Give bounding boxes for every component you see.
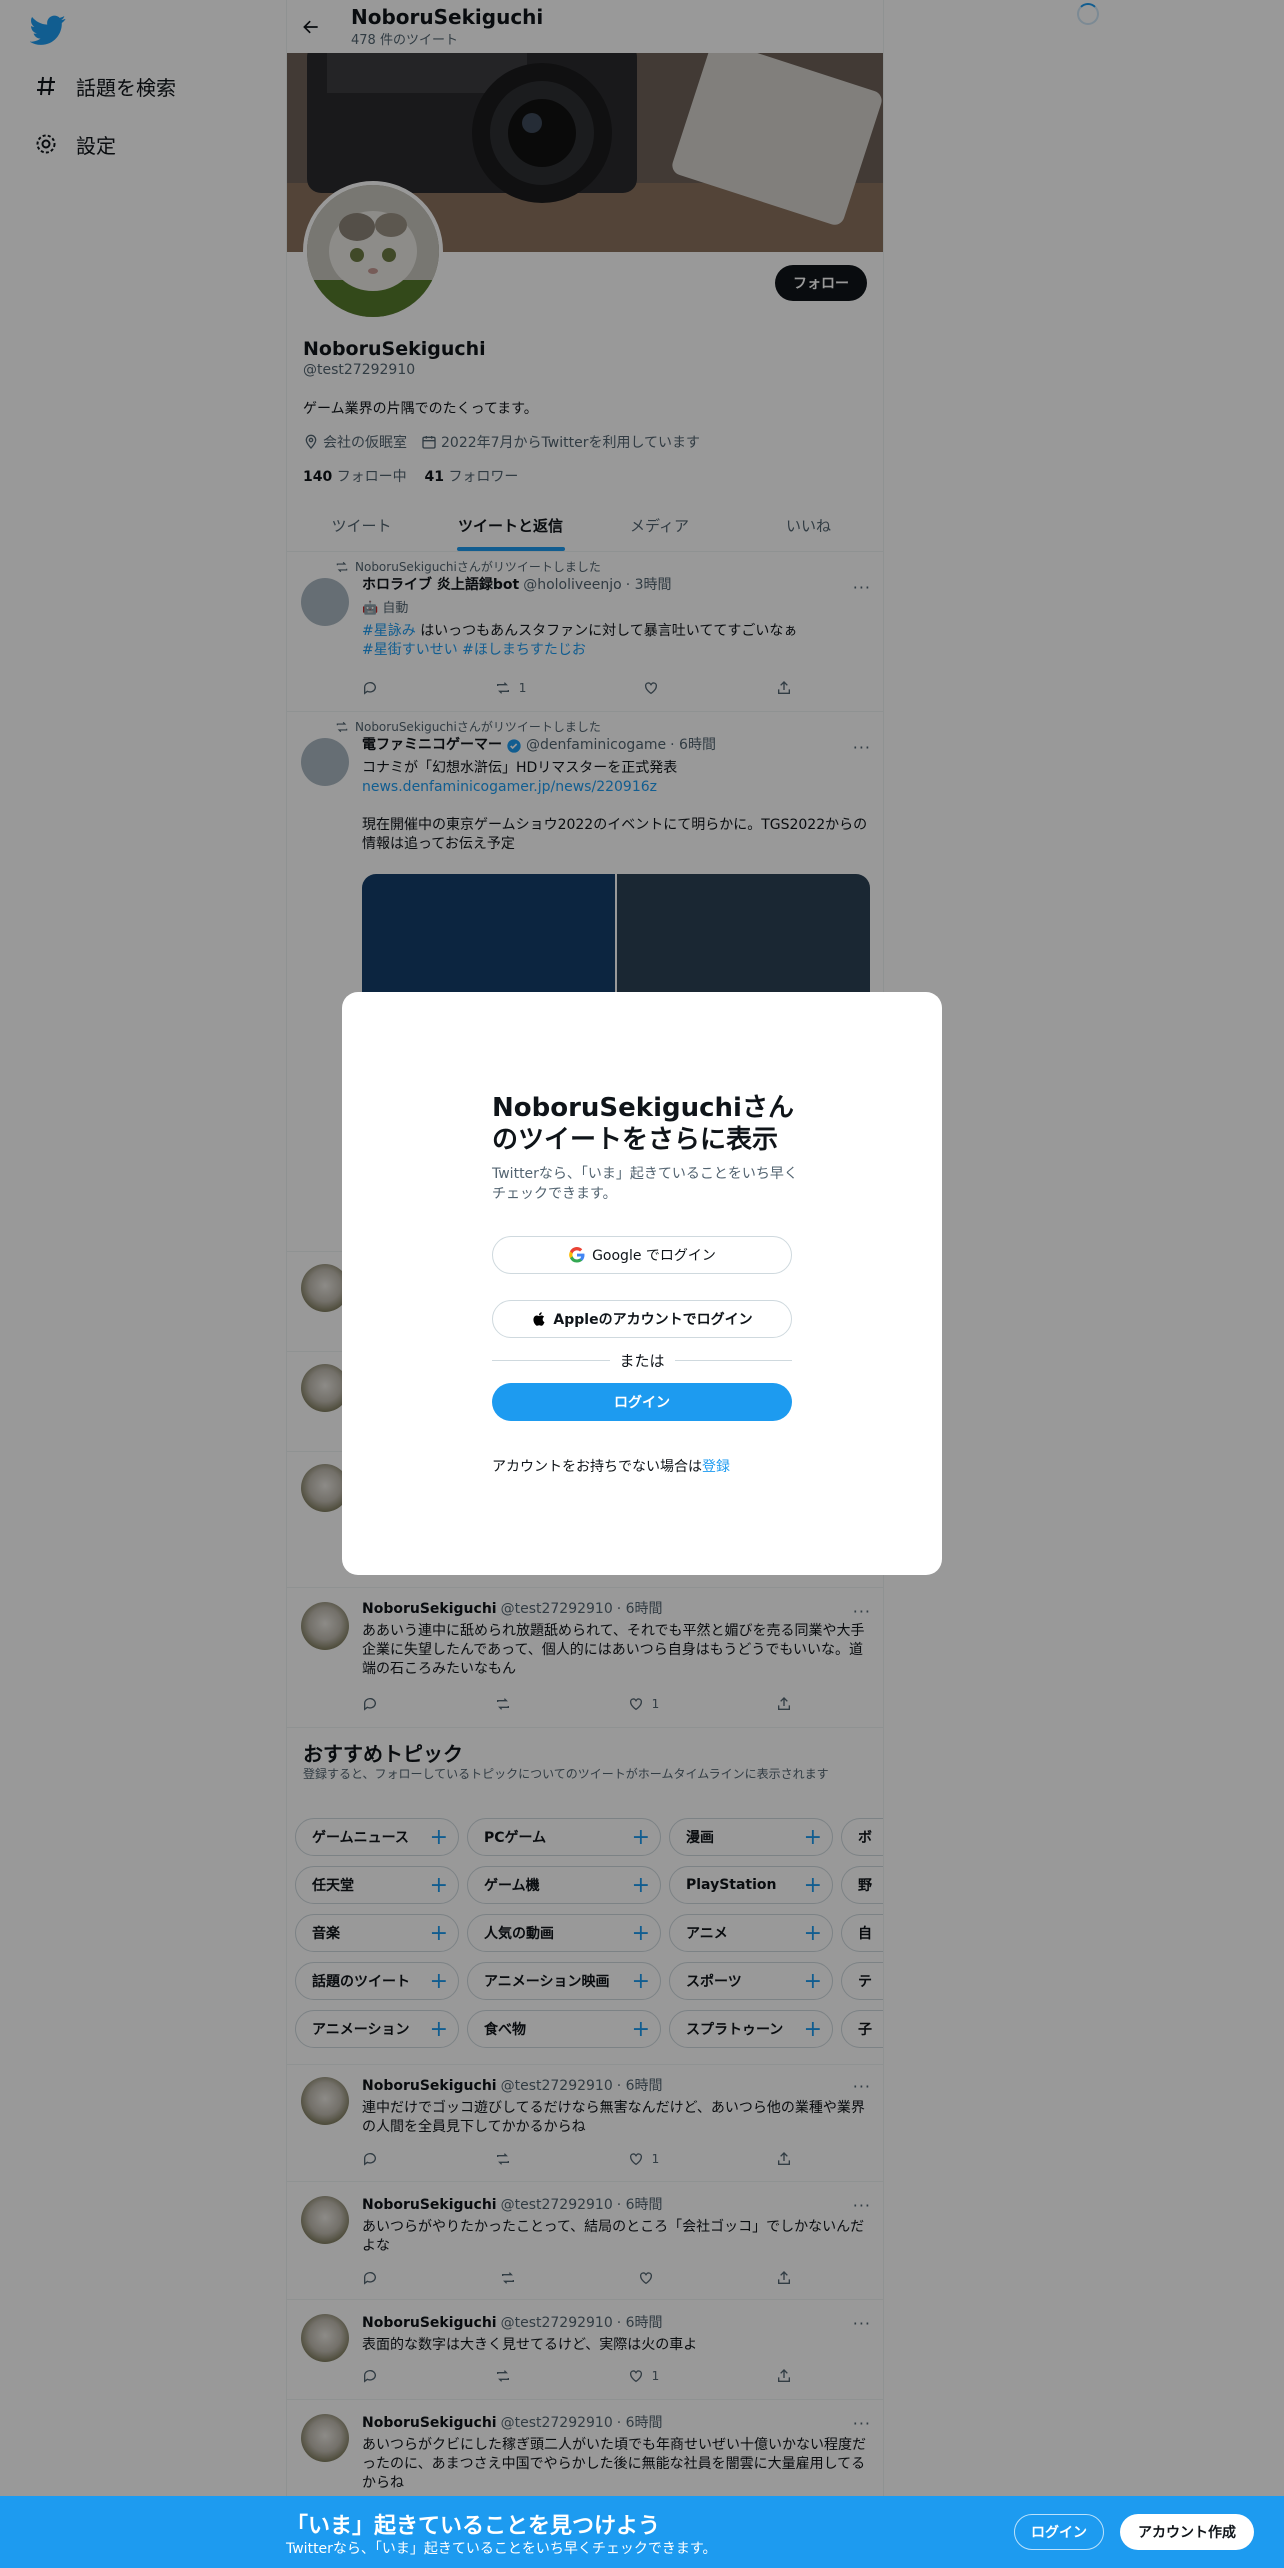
- signup-link[interactable]: 登録: [702, 1459, 730, 1475]
- apple-login-label: Appleのアカウントでログイン: [553, 1312, 753, 1328]
- bottom-signup-bar: 「いま」起きていることを見つけよう Twitterなら、「いま」起きていることを…: [0, 2496, 1284, 2568]
- modal-title: NoboruSekiguchiさんのツイートをさらに表示: [492, 1093, 794, 1155]
- bottom-bar-subtitle: Twitterなら、「いま」起きていることをいち早くチェックできます。: [286, 2541, 717, 2557]
- apple-logo-icon: [533, 1312, 545, 1326]
- apple-login-button[interactable]: Appleのアカウントでログイン: [492, 1300, 792, 1338]
- google-login-label: Google でログイン: [592, 1248, 716, 1264]
- login-modal: NoboruSekiguchiさんのツイートをさらに表示 Twitterなら、「…: [342, 992, 942, 1575]
- login-button[interactable]: ログイン: [492, 1383, 792, 1421]
- or-divider: または: [492, 1350, 792, 1371]
- modal-subtitle: Twitterなら、「いま」起きていることをいち早くチェックできます。: [492, 1166, 798, 1202]
- bottom-bar-title: 「いま」起きていることを見つけよう: [286, 2514, 661, 2539]
- signup-prompt: アカウントをお持ちでない場合は登録: [492, 1456, 730, 1476]
- bottom-login-button[interactable]: ログイン: [1014, 2514, 1104, 2550]
- bottom-signup-button[interactable]: アカウント作成: [1120, 2514, 1254, 2550]
- signup-prompt-text: アカウントをお持ちでない場合は: [492, 1459, 702, 1475]
- google-login-button[interactable]: Google でログイン: [492, 1236, 792, 1274]
- or-label: または: [619, 1352, 665, 1370]
- google-g-icon: [569, 1246, 585, 1263]
